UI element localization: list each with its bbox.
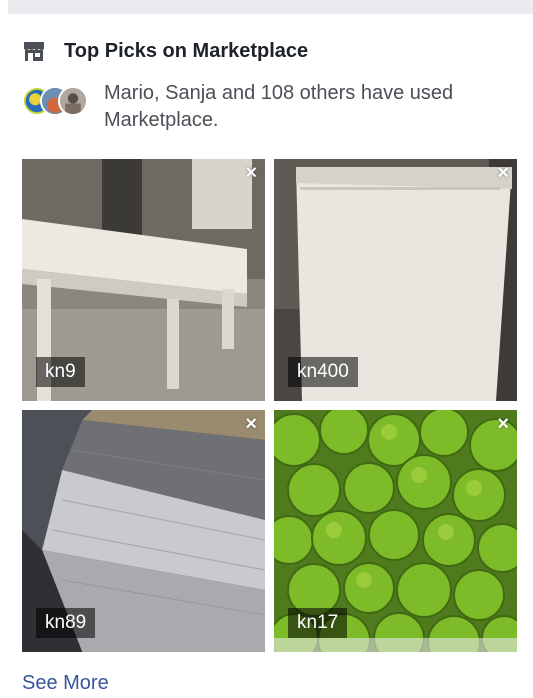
friend-avatars[interactable]: [22, 86, 90, 122]
store-icon: [24, 42, 44, 61]
social-context: Mario, Sanja and 108 others have used Ma…: [22, 80, 514, 134]
avatar[interactable]: [58, 86, 88, 116]
marketplace-item[interactable]: × kn400: [274, 159, 517, 401]
marketplace-grid: × kn9 × kn400 × kn89 × kn17: [22, 159, 517, 652]
close-icon[interactable]: ×: [497, 163, 509, 183]
marketplace-item[interactable]: × kn17: [274, 410, 517, 652]
item-price: kn89: [36, 608, 96, 638]
item-price: kn9: [36, 357, 85, 387]
section-divider: [8, 0, 533, 14]
close-icon[interactable]: ×: [245, 163, 257, 183]
marketplace-item[interactable]: × kn9: [22, 159, 265, 401]
item-price: kn17: [288, 608, 348, 638]
marketplace-header: Top Picks on Marketplace: [22, 36, 308, 66]
social-context-text: Mario, Sanja and 108 others have used Ma…: [104, 82, 454, 131]
close-icon[interactable]: ×: [245, 414, 257, 434]
section-title: Top Picks on Marketplace: [64, 39, 309, 62]
item-price: kn400: [288, 357, 358, 387]
see-more-link[interactable]: See More: [22, 672, 109, 695]
close-icon[interactable]: ×: [497, 414, 509, 434]
marketplace-item[interactable]: × kn89: [22, 410, 265, 652]
